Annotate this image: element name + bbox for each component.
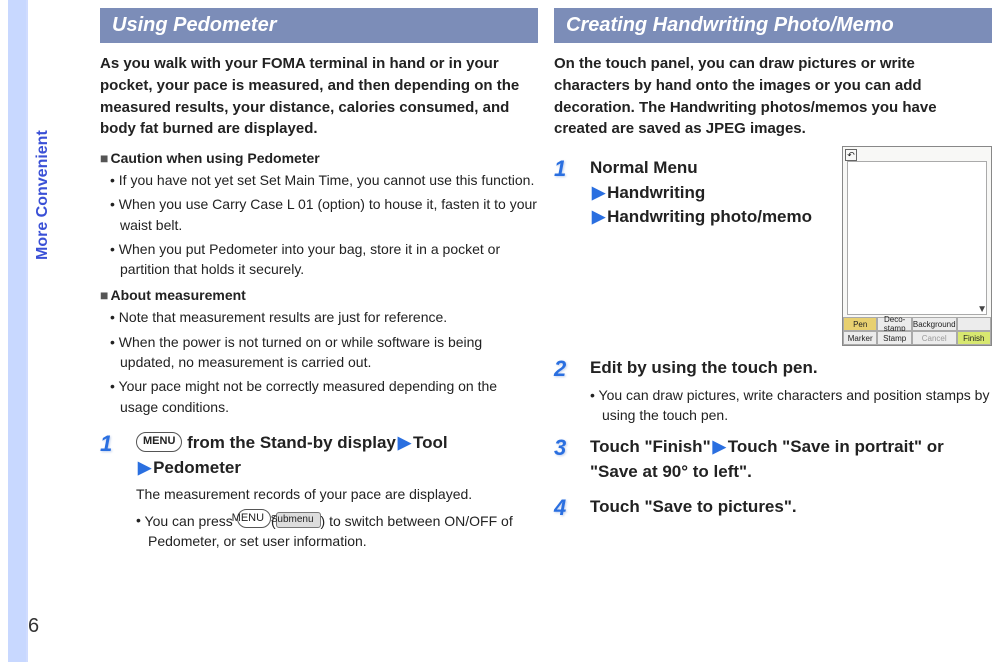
chevron-down-icon: ▼ (977, 304, 987, 315)
caution-heading: Caution when using Pedometer (100, 150, 538, 166)
triangle-icon: ▶ (138, 456, 151, 481)
step-text: Handwriting photo/memo (607, 207, 812, 226)
side-tab-strip (8, 0, 28, 662)
right-step-2: 2 Edit by using the touch pen. You can d… (554, 356, 992, 425)
step-text: Normal Menu (590, 158, 698, 177)
right-step-3: 3 Touch "Finish"▶Touch "Save in portrait… (554, 435, 992, 484)
right-step-4: 4 Touch "Save to pictures". (554, 495, 992, 521)
tool-decostamp: Deco-stamp (877, 317, 911, 331)
tool-finish: Finish (957, 331, 991, 345)
step-number: 4 (554, 495, 580, 521)
list-item: Note that measurement results are just f… (110, 307, 538, 327)
left-section-header: Using Pedometer (100, 8, 538, 43)
submenu-icon: Submenu (276, 512, 321, 529)
drawing-canvas (847, 161, 987, 315)
list-item: Your pace might not be correctly measure… (110, 376, 538, 417)
step-text: Pedometer (153, 458, 241, 477)
step-body: Touch "Finish"▶Touch "Save in portrait" … (590, 435, 992, 484)
left-step-1: 1 MENU from the Stand-by display▶Tool ▶P… (100, 431, 538, 551)
step-text: You can press (145, 512, 237, 528)
caution-list: If you have not yet set Set Main Time, y… (100, 170, 538, 283)
menu-icon: MENU (136, 432, 182, 452)
list-item: When the power is not turned on or while… (110, 332, 538, 373)
step-text: Handwriting (607, 183, 705, 202)
step-number: 2 (554, 356, 580, 382)
page-content: Using Pedometer As you walk with your FO… (56, 0, 1004, 662)
right-step-1-row: 1 Normal Menu ▶Handwriting ▶Handwriting … (554, 146, 992, 346)
step-sub-bullet: You can draw pictures, write characters … (590, 385, 992, 426)
tool-marker: Marker (843, 331, 877, 345)
tool-palette: Pen Deco-stamp Background Marker Stamp C… (843, 317, 991, 345)
side-tab-label: More Convenient (34, 130, 52, 260)
list-item: If you have not yet set Set Main Time, y… (110, 170, 538, 190)
step-sub-bullet: You can press MENU(Submenu) to switch be… (136, 509, 538, 552)
menu-icon: MENU (237, 509, 271, 529)
tool-pen: Pen (843, 317, 877, 331)
right-intro: On the touch panel, you can draw picture… (554, 53, 992, 140)
step-number: 1 (100, 431, 126, 457)
about-list: Note that measurement results are just f… (100, 307, 538, 420)
step-text: Tool (413, 433, 448, 452)
triangle-icon: ▶ (592, 205, 605, 230)
right-column: Creating Handwriting Photo/Memo On the t… (554, 8, 992, 642)
step-title: Touch "Save to pictures". (590, 495, 992, 521)
tool-stamp: Stamp (877, 331, 911, 345)
side-tab: More Convenient (0, 0, 36, 662)
step-number: 1 (554, 156, 580, 182)
tool-background: Background (912, 317, 957, 331)
step-text: from the Stand-by display (182, 433, 395, 452)
right-step-1: 1 Normal Menu ▶Handwriting ▶Handwriting … (554, 156, 832, 346)
step-body: Normal Menu ▶Handwriting ▶Handwriting ph… (590, 156, 832, 346)
list-item: When you put Pedometer into your bag, st… (110, 239, 538, 280)
step-title: Edit by using the touch pen. (590, 356, 992, 381)
triangle-icon: ▶ (713, 435, 726, 460)
left-column: Using Pedometer As you walk with your FO… (100, 8, 538, 642)
step-text: Touch "Finish" (590, 437, 711, 456)
tool-cancel: Cancel (912, 331, 957, 345)
triangle-icon: ▶ (592, 181, 605, 206)
undo-icon: ↶ (845, 149, 857, 161)
right-section-header: Creating Handwriting Photo/Memo (554, 8, 992, 43)
step-number: 3 (554, 435, 580, 461)
tool-rotate (957, 317, 991, 331)
left-intro: As you walk with your FOMA terminal in h… (100, 53, 538, 140)
about-heading: About measurement (100, 287, 538, 303)
step-title: MENU from the Stand-by display▶Tool ▶Ped… (136, 431, 538, 480)
phone-screenshot: ↶ ▼ Pen Deco-stamp Background Marker Sta… (842, 146, 992, 346)
list-item: When you use Carry Case L 01 (option) to… (110, 194, 538, 235)
step-body: Edit by using the touch pen. You can dra… (590, 356, 992, 425)
step-description: The measurement records of your pace are… (136, 484, 538, 504)
triangle-icon: ▶ (398, 431, 411, 456)
step-body: MENU from the Stand-by display▶Tool ▶Ped… (136, 431, 538, 551)
